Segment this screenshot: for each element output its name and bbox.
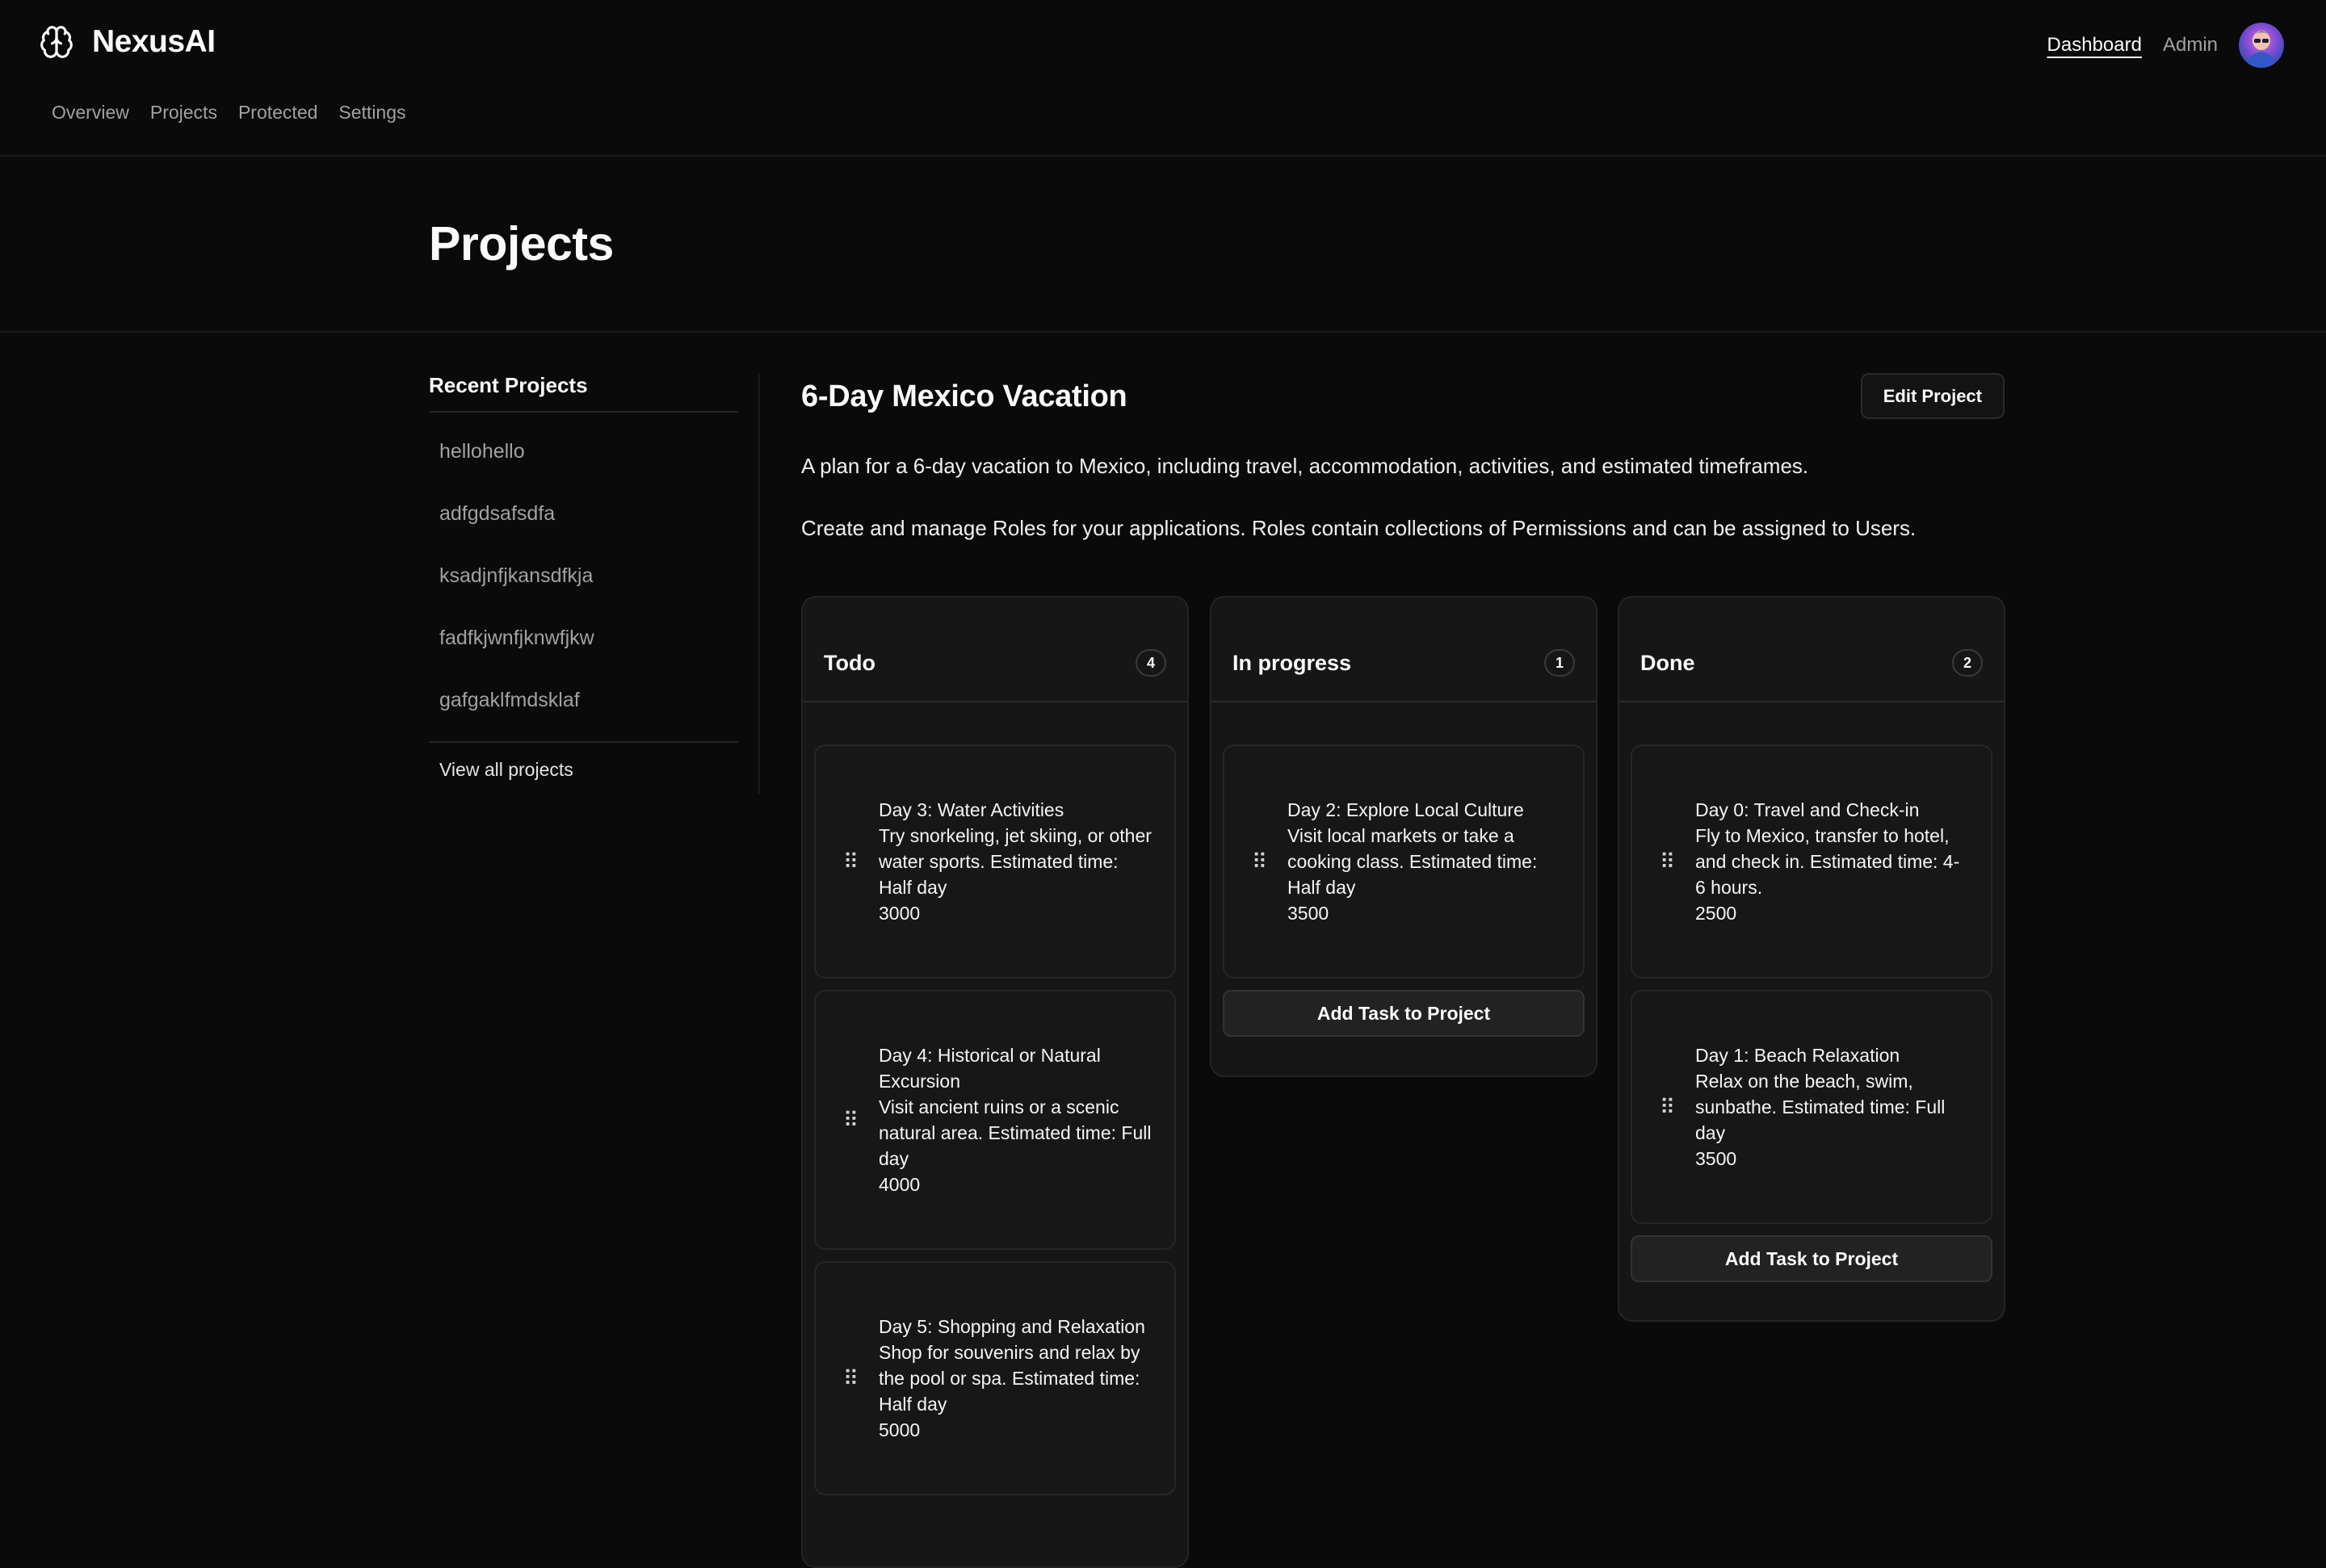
task-description: Relax on the beach, swim, sunbathe. Esti… [1695,1071,1946,1143]
sidebar-item-project[interactable]: adfgdsafsdfa [429,483,738,545]
task-card[interactable]: ⠿ Day 3: Water Activities Try snorkeling… [814,744,1176,979]
column-header: Done 2 [1619,597,2004,702]
task-card[interactable]: ⠿ Day 5: Shopping and Relaxation Shop fo… [814,1261,1176,1495]
task-card[interactable]: ⠿ Day 1: Beach Relaxation Relax on the b… [1631,990,1992,1224]
kanban-column-todo: Todo 4 ⠿ Day 3: Water Activities Try sno… [801,596,1189,1568]
task-list: ⠿ Day 0: Travel and Check-in Fly to Mexi… [1619,702,2004,1282]
header-actions: Dashboard Admin [2047,23,2284,68]
project-subtext: Create and manage Roles for your applica… [801,516,1917,540]
task-title: Day 1: Beach Relaxation [1695,1045,1900,1066]
task-description: Fly to Mexico, transfer to hotel, and ch… [1695,825,1960,898]
nav-projects[interactable]: Projects [150,102,217,124]
task-title: Day 5: Shopping and Relaxation [879,1316,1145,1337]
task-value: 3500 [1695,1148,1737,1169]
task-title: Day 4: Historical or Natural Excursion [879,1045,1101,1092]
column-title: Done [1640,651,1695,675]
column-title: In progress [1232,651,1352,675]
task-list: ⠿ Day 3: Water Activities Try snorkeling… [803,702,1187,1495]
sidebar-item-project[interactable]: fadfkjwnfjknwfjkw [429,607,738,669]
task-title: Day 3: Water Activities [879,799,1064,820]
nav-overview[interactable]: Overview [52,102,129,124]
nav-protected[interactable]: Protected [238,102,317,124]
task-value: 3000 [879,903,921,924]
top-header: NexusAI Overview Projects Protected Sett… [0,0,2326,157]
task-value: 2500 [1695,903,1737,924]
main-nav: Overview Projects Protected Settings [52,102,406,124]
task-title: Day 0: Travel and Check-in [1695,799,1920,820]
task-card[interactable]: ⠿ Day 0: Travel and Check-in Fly to Mexi… [1631,744,1992,979]
drag-handle-icon[interactable]: ⠿ [843,1109,859,1130]
project-title: 6-Day Mexico Vacation [801,379,1127,413]
project-description: A plan for a 6-day vacation to Mexico, i… [801,454,1809,478]
user-avatar[interactable] [2239,23,2284,68]
drag-handle-icon[interactable]: ⠿ [843,851,859,872]
brain-icon [40,26,73,58]
task-description: Visit ancient ruins or a scenic natural … [879,1096,1152,1169]
add-task-button[interactable]: Add Task to Project [1631,1235,1992,1282]
admin-link[interactable]: Admin [2163,34,2218,57]
kanban-column-done: Done 2 ⠿ Day 0: Travel and Check-in Fly … [1618,596,2005,1322]
drag-handle-icon[interactable]: ⠿ [1660,851,1675,872]
sidebar-item-project[interactable]: hellohello [429,421,738,483]
view-all-projects-link[interactable]: View all projects [429,759,738,781]
task-value: 5000 [879,1419,921,1440]
brand-name: NexusAI [92,24,216,59]
task-count-badge: 1 [1544,649,1575,677]
dashboard-link[interactable]: Dashboard [2047,34,2142,57]
recent-projects-sidebar: Recent Projects hellohello adfgdsafsdfa … [429,373,738,781]
task-count-badge: 4 [1136,649,1166,677]
task-list: ⠿ Day 2: Explore Local Culture Visit loc… [1211,702,1596,1037]
brand[interactable]: NexusAI [39,24,216,60]
task-value: 3500 [1287,903,1329,924]
nav-settings[interactable]: Settings [338,102,405,124]
sidebar-item-project[interactable]: gafgaklfmdsklaf [429,669,738,732]
add-task-button[interactable]: Add Task to Project [1223,990,1585,1037]
sidebar-divider [758,375,760,794]
task-description: Visit local markets or take a cooking cl… [1287,825,1538,898]
task-card[interactable]: ⠿ Day 2: Explore Local Culture Visit loc… [1223,744,1585,979]
page-title: Projects [429,217,614,270]
task-description: Shop for souvenirs and relax by the pool… [879,1342,1140,1415]
task-count-badge: 2 [1952,649,1983,677]
drag-handle-icon[interactable]: ⠿ [1660,1096,1675,1117]
column-title: Todo [824,651,875,675]
task-card[interactable]: ⠿ Day 4: Historical or Natural Excursion… [814,990,1176,1250]
recent-projects-list: hellohello adfgdsafsdfa ksadjnfjkansdfkj… [429,413,738,743]
task-value: 4000 [879,1174,921,1195]
edit-project-button[interactable]: Edit Project [1860,373,2005,419]
column-header: Todo 4 [803,597,1187,702]
page-title-band: Projects [0,157,2326,333]
drag-handle-icon[interactable]: ⠿ [1252,851,1267,872]
sidebar-heading: Recent Projects [429,373,738,413]
column-header: In progress 1 [1211,597,1596,702]
sidebar-item-project[interactable]: ksadjnfjkansdfkja [429,545,738,607]
drag-handle-icon[interactable]: ⠿ [843,1368,859,1389]
kanban-column-in-progress: In progress 1 ⠿ Day 2: Explore Local Cul… [1210,596,1598,1077]
task-description: Try snorkeling, jet skiing, or other wat… [879,825,1152,898]
task-title: Day 2: Explore Local Culture [1287,799,1524,820]
